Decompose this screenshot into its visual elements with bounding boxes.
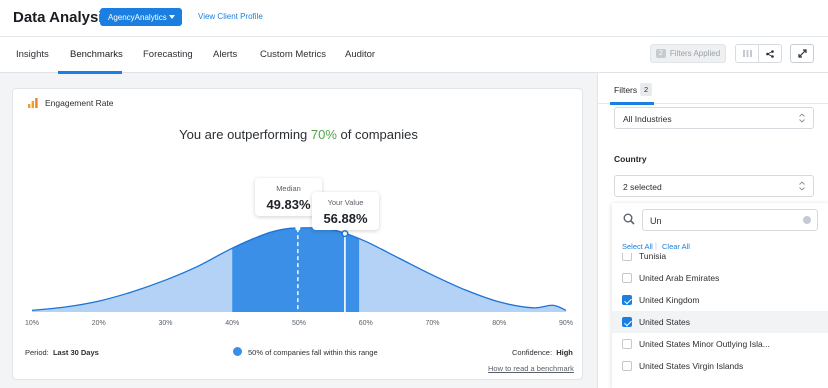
filters-tab[interactable]: Filters — [614, 85, 637, 95]
x-tick-label: 60% — [359, 320, 373, 327]
period-info: Period: Last 30 Days — [25, 348, 99, 357]
client-dropdown[interactable]: AgencyAnalytics — [100, 8, 182, 26]
country-dropdown: Un Select All | Clear All Tunisia United… — [612, 203, 828, 388]
interquartile-band — [232, 227, 360, 312]
tab-custom-metrics[interactable]: Custom Metrics — [260, 49, 326, 60]
country-option[interactable]: United Kingdom — [612, 289, 828, 311]
x-tick-label: 80% — [492, 320, 506, 327]
checkbox-checked[interactable] — [622, 317, 632, 327]
industry-select[interactable]: All Industries — [614, 107, 814, 129]
confidence-info: Confidence: High — [512, 348, 573, 357]
country-option-list: Tunisia United Arab Emirates United King… — [612, 253, 828, 388]
tab-alerts[interactable]: Alerts — [213, 49, 237, 60]
country-option-label: Tunisia — [639, 253, 667, 261]
country-option-label: United Arab Emirates — [639, 273, 720, 283]
page-title: Data Analysis — [13, 9, 111, 26]
link-separator: | — [655, 241, 657, 250]
your-value-tooltip: Your Value 56.88% — [312, 192, 379, 230]
your-value-marker — [341, 230, 349, 238]
median-label: Median — [276, 184, 301, 193]
expand-icon — [797, 49, 807, 58]
checkbox[interactable] — [622, 273, 632, 283]
grid-view-button[interactable] — [736, 45, 758, 62]
country-label: Country — [614, 154, 647, 164]
country-option-label: United States Minor Outlying Isla... — [639, 339, 770, 349]
country-option[interactable]: United States Minor Outlying Isla... — [612, 333, 828, 355]
x-tick-label: 40% — [225, 320, 239, 327]
top-bar: Data Analysis AgencyAnalytics View Clien… — [0, 0, 828, 36]
filters-panel-header: Filters 2 — [598, 73, 828, 105]
tab-insights[interactable]: Insights — [16, 49, 49, 60]
filters-applied-button[interactable]: 2 Filters Applied — [650, 44, 726, 63]
checkbox-checked[interactable] — [622, 295, 632, 305]
chevron-down-icon — [169, 15, 175, 19]
country-option-label: United Kingdom — [639, 295, 700, 305]
x-tick-label: 20% — [92, 320, 106, 327]
search-icon — [623, 213, 635, 225]
checkbox[interactable] — [622, 361, 632, 371]
country-select-value: 2 selected — [623, 182, 662, 192]
range-legend-text: 50% of companies fall within this range — [248, 348, 378, 357]
your-value-value: 56.88% — [323, 211, 368, 226]
confidence-label: Confidence: — [512, 348, 553, 357]
clear-all-link[interactable]: Clear All — [662, 242, 690, 251]
country-option[interactable]: United States — [612, 311, 828, 333]
x-tick-label: 10% — [25, 320, 39, 327]
filters-applied-label: Filters Applied — [669, 49, 721, 58]
checkbox[interactable] — [622, 339, 632, 349]
active-tab-indicator — [58, 71, 122, 74]
x-tick-label: 70% — [425, 320, 439, 327]
chevron-updown-icon — [799, 113, 805, 123]
country-option[interactable]: Tunisia — [612, 253, 828, 267]
how-to-read-link[interactable]: How to read a benchmark — [488, 364, 574, 373]
clear-search-icon[interactable] — [803, 216, 811, 224]
share-button[interactable] — [758, 45, 781, 62]
country-option-label: United States Virgin Islands — [639, 361, 744, 371]
select-all-link[interactable]: Select All — [622, 242, 653, 251]
tab-auditor[interactable]: Auditor — [345, 49, 375, 60]
tab-forecasting[interactable]: Forecasting — [143, 49, 193, 60]
filters-tab-indicator — [610, 102, 654, 105]
median-marker — [295, 225, 301, 231]
period-label: Period: — [25, 348, 49, 357]
country-search-value: Un — [650, 216, 662, 226]
range-legend-swatch — [233, 347, 242, 356]
share-icon — [766, 49, 775, 58]
client-dropdown-label: AgencyAnalytics — [108, 12, 167, 22]
filters-count-badge: 2 — [640, 83, 653, 96]
period-value: Last 30 Days — [52, 348, 99, 357]
x-tick-label: 90% — [559, 320, 573, 327]
tab-benchmarks[interactable]: Benchmarks — [70, 49, 123, 60]
filters-panel: Filters 2 All Industries Country 2 selec… — [597, 73, 828, 388]
benchmark-card: Engagement Rate You are outperforming 70… — [12, 88, 583, 380]
country-option-label: United States — [639, 317, 691, 327]
confidence-value: High — [556, 348, 573, 357]
country-option[interactable]: United States Virgin Islands — [612, 355, 828, 377]
filters-applied-count: 2 — [656, 49, 666, 58]
country-search-input[interactable]: Un — [642, 209, 818, 231]
country-option[interactable]: United Arab Emirates — [612, 267, 828, 289]
checkbox[interactable] — [622, 253, 632, 261]
view-client-profile-link[interactable]: View Client Profile — [198, 12, 263, 21]
grid-icon — [742, 50, 752, 57]
x-tick-label: 50% — [292, 320, 306, 327]
x-tick-label: 30% — [158, 320, 172, 327]
expand-button[interactable] — [790, 44, 814, 63]
country-select[interactable]: 2 selected — [614, 175, 814, 197]
your-value-label: Your Value — [327, 198, 364, 207]
chevron-updown-icon — [799, 181, 805, 191]
view-toggle-group — [735, 44, 782, 63]
industry-select-value: All Industries — [623, 114, 672, 124]
